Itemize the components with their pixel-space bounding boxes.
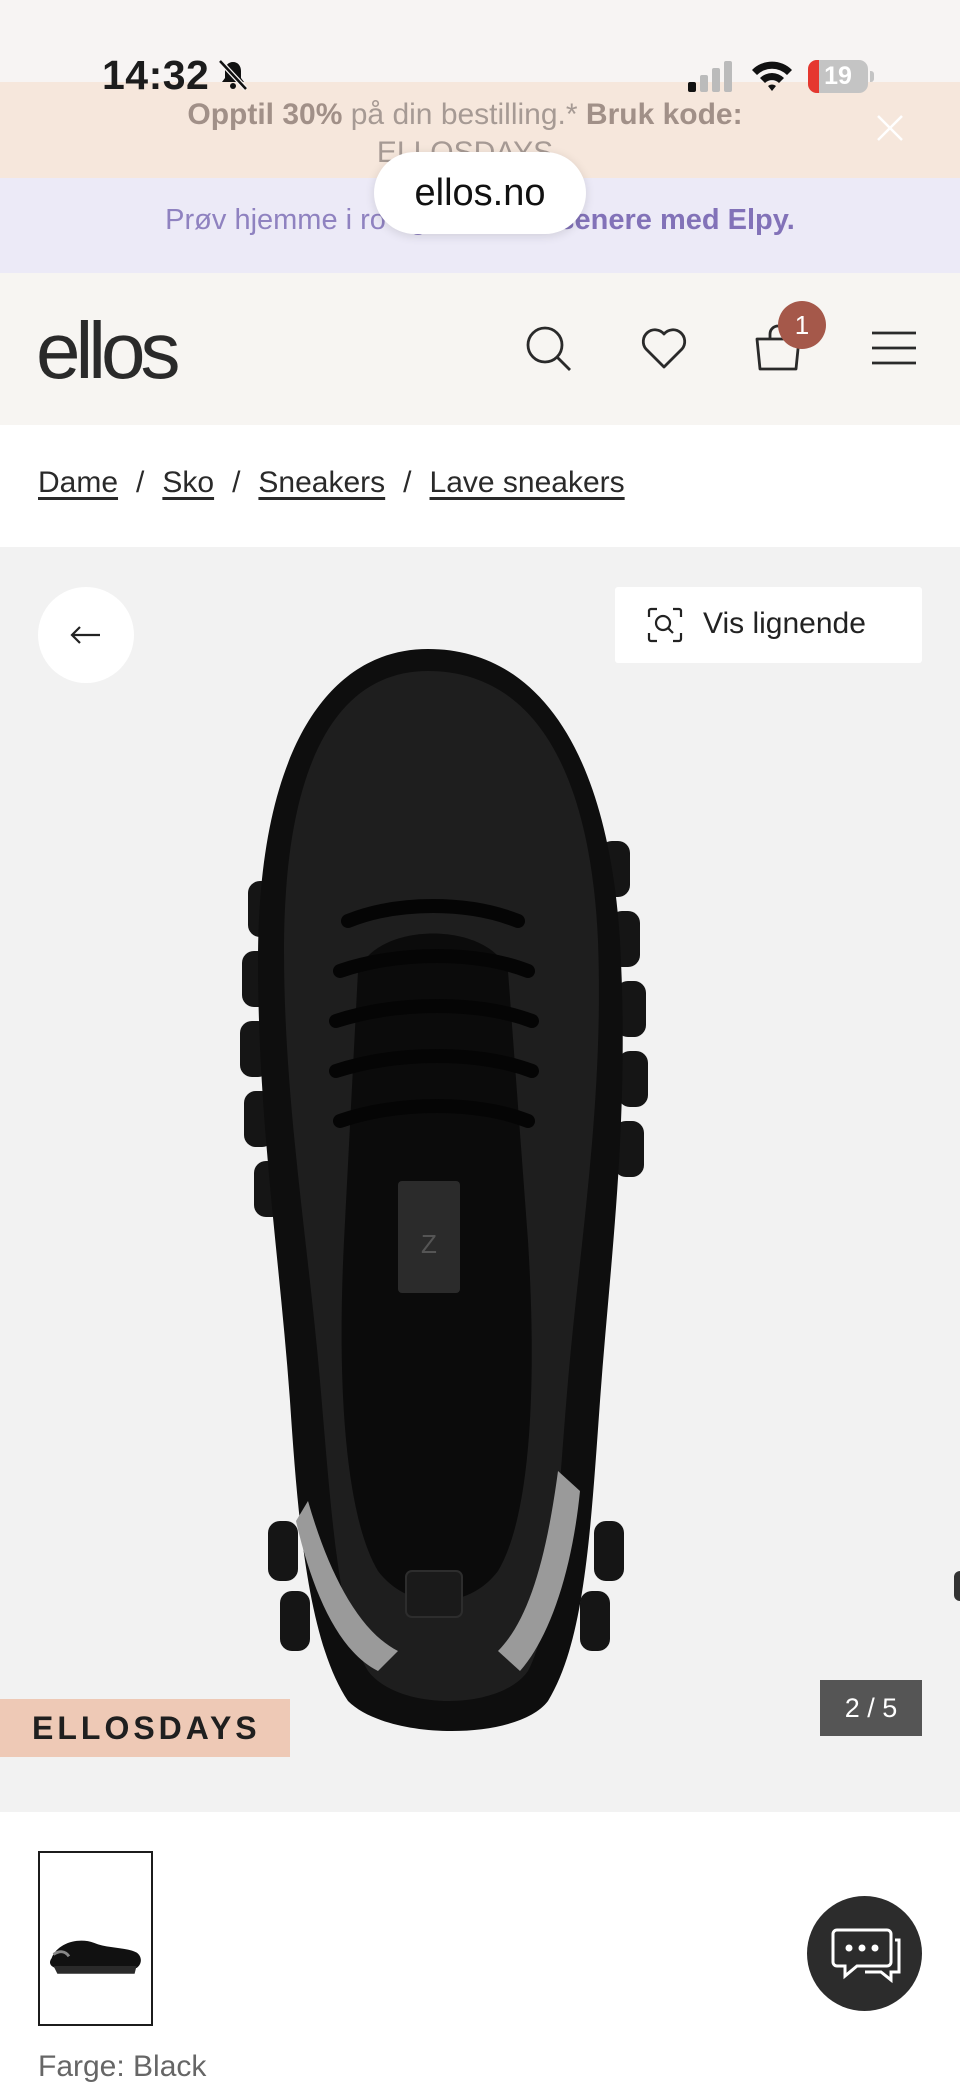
- product-thumbnail[interactable]: [38, 1851, 153, 2026]
- search-icon[interactable]: [523, 323, 573, 373]
- breadcrumb-separator: /: [403, 466, 412, 499]
- back-button[interactable]: [38, 587, 134, 683]
- ellos-logo[interactable]: ellos: [36, 305, 181, 397]
- breadcrumb-lave-sneakers[interactable]: Lave sneakers: [430, 466, 625, 499]
- svg-text:Z: Z: [421, 1229, 437, 1259]
- signal-icon: [688, 61, 732, 92]
- breadcrumb: Dame / Sko / Sneakers / Lave sneakers: [38, 466, 625, 500]
- breadcrumb-separator: /: [232, 466, 241, 499]
- status-time: 14:32: [102, 52, 210, 98]
- product-image-shoe: Z: [240, 649, 648, 1731]
- promo-discount: Opptil 30%: [187, 98, 343, 131]
- battery-indicator: 19: [808, 60, 874, 93]
- promo-code-label: Bruk kode:: [585, 98, 743, 131]
- cart-count-badge: 1: [778, 301, 826, 349]
- chat-button[interactable]: [807, 1896, 922, 2011]
- color-label: Farge: Black: [38, 2050, 207, 2083]
- next-image-peek[interactable]: [954, 1571, 960, 1601]
- promo-body: på din bestilling.*: [342, 98, 586, 131]
- product-gallery[interactable]: Vis lignende Z ELLOSDAYS 2 / 5: [0, 547, 960, 1812]
- image-counter: 2 / 5: [820, 1680, 922, 1736]
- wifi-icon: [752, 61, 792, 91]
- breadcrumb-separator: /: [136, 466, 145, 499]
- chat-icon: [831, 1928, 901, 1984]
- battery-percent: 19: [824, 62, 852, 90]
- status-bar: 14:32 19: [0, 0, 960, 98]
- ellosdays-promo-tag: ELLOSDAYS: [0, 1699, 290, 1757]
- visual-search-icon: [647, 607, 683, 643]
- breadcrumb-dame[interactable]: Dame: [38, 466, 118, 499]
- thumbnail-shoe-image: [50, 1940, 141, 1974]
- menu-icon[interactable]: [869, 323, 919, 373]
- bell-muted-icon: [218, 59, 248, 91]
- heart-icon[interactable]: [639, 323, 689, 373]
- breadcrumb-sko[interactable]: Sko: [162, 466, 214, 499]
- browser-url-pill[interactable]: ellos.no: [374, 152, 586, 234]
- close-icon[interactable]: [874, 112, 906, 144]
- arrow-left-icon: [70, 626, 100, 644]
- show-similar-label: Vis lignende: [703, 607, 866, 640]
- breadcrumb-sneakers[interactable]: Sneakers: [258, 466, 385, 499]
- site-header: ellos 1: [0, 273, 960, 425]
